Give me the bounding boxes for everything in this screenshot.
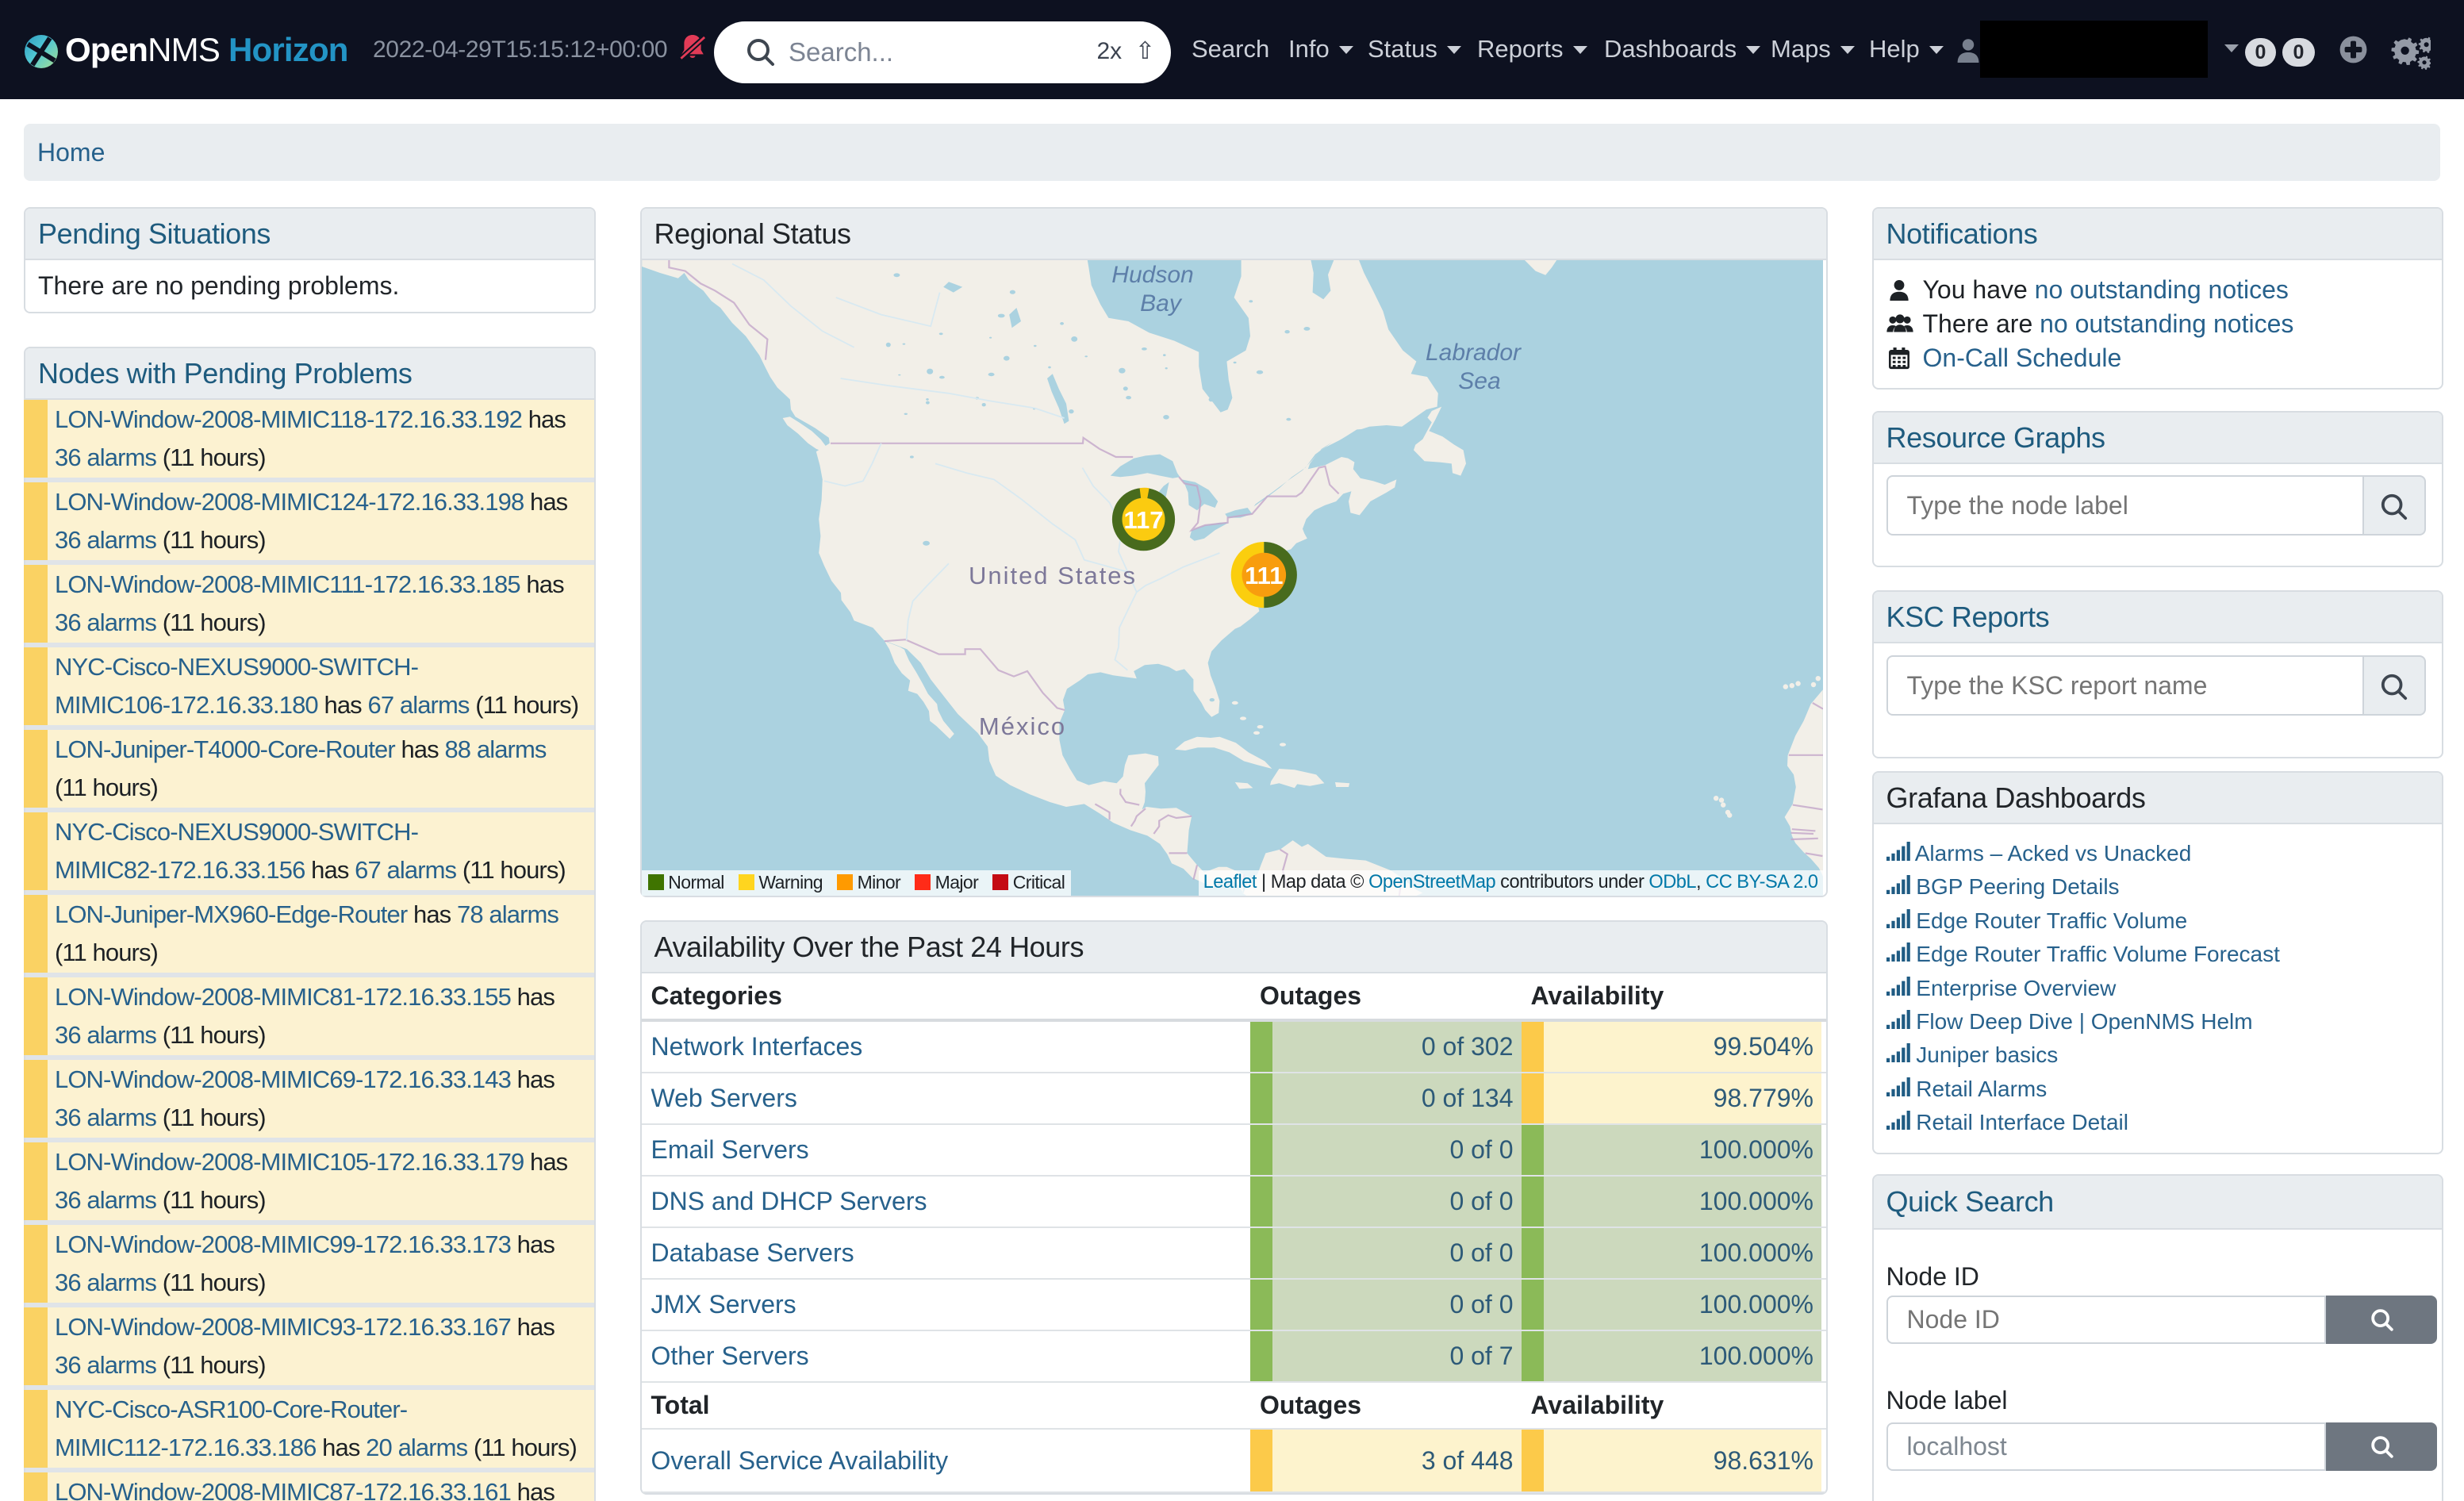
svg-text:Labrador: Labrador bbox=[1425, 340, 1521, 366]
svg-text:Hudson: Hudson bbox=[1111, 262, 1193, 288]
svg-text:111: 111 bbox=[1245, 562, 1283, 589]
svg-text:México: México bbox=[978, 712, 1065, 740]
svg-text:Sea: Sea bbox=[1458, 368, 1500, 394]
svg-text:117: 117 bbox=[1123, 506, 1163, 534]
svg-text:Bay: Bay bbox=[1140, 290, 1183, 317]
svg-text:United States: United States bbox=[968, 562, 1136, 589]
